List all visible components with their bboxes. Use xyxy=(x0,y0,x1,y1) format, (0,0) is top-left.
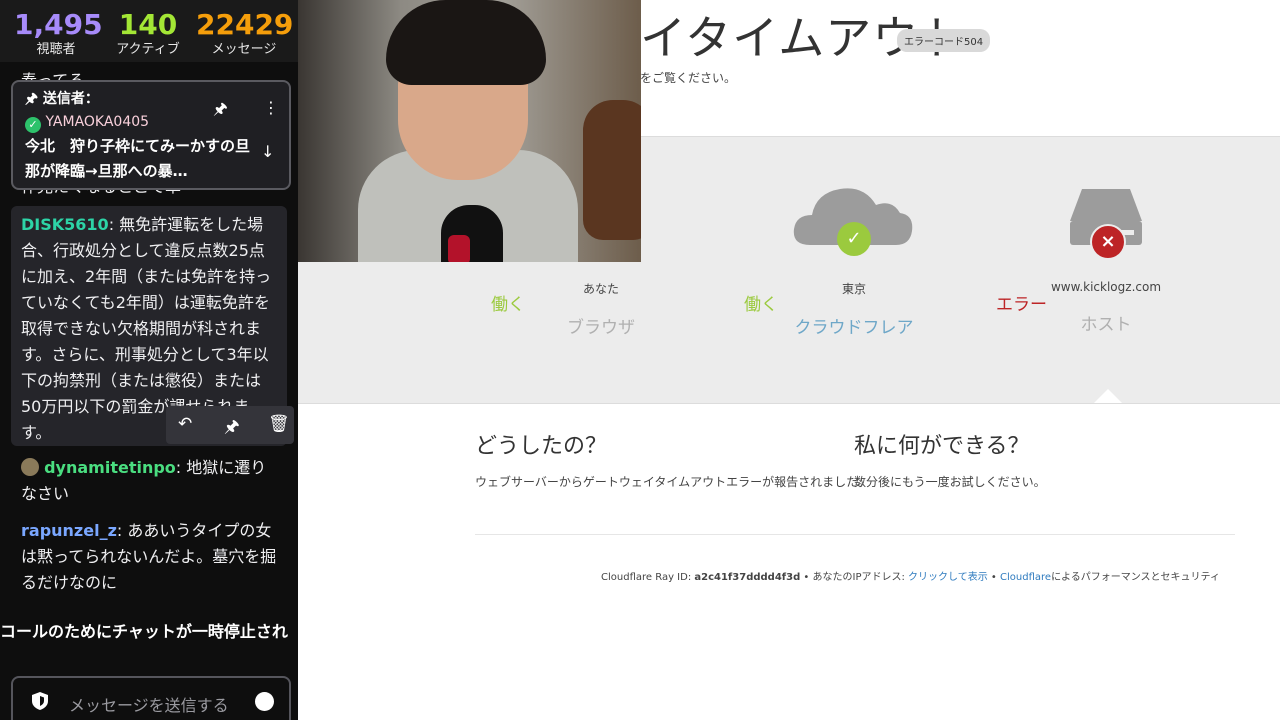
pinned-message[interactable]: 🖈︎ 送信者： ✓ YAMAOKA0405 今北 狩り子枠にてみーかすの旦那が降… xyxy=(11,80,291,190)
pin-icon: 🖈︎ xyxy=(25,91,38,107)
verified-badge-icon: ✓ xyxy=(25,117,41,133)
pinned-text: 今北 狩り子枠にてみーかすの旦那が降臨→旦那への暴… xyxy=(25,137,251,180)
what-happened-heading: どうしたの？ xyxy=(475,434,608,459)
pin-icon[interactable]: 🖈︎ xyxy=(213,98,228,125)
node-status: エラー xyxy=(996,295,1047,315)
ok-check-icon: ✓ xyxy=(837,222,871,256)
chat-input-placeholder: メッセージを送信する xyxy=(69,696,229,715)
viewer-count: 1,495 視聴者 xyxy=(14,8,103,58)
pointer-arrow xyxy=(1094,389,1122,403)
chat-paused-notice: コールのためにチャットが一時停止され xyxy=(0,618,298,642)
what-happened-text: ウェブサーバーからゲートウェイタイムアウトエラーが報告されました。 xyxy=(475,475,871,489)
avatar-icon xyxy=(21,458,39,476)
message-actions: ↶ 🖈︎ 🗑︎ xyxy=(166,406,294,444)
pinned-header-label: 送信者： xyxy=(42,91,99,107)
node-status: 働く xyxy=(744,295,778,315)
error-subtitle: をご覧ください。 xyxy=(640,71,737,85)
viewer-count-value: 1,495 xyxy=(14,8,103,41)
chat-username[interactable]: dynamitetinpo xyxy=(44,458,176,477)
ray-id: a2c41f37dddd4f3d xyxy=(694,572,801,583)
chat-separator: : xyxy=(116,521,128,540)
pin-icon[interactable]: 🖈︎ xyxy=(224,414,240,443)
microphone-accent xyxy=(448,235,470,262)
active-count: 140 アクティブ xyxy=(108,8,188,58)
chat-message: dynamitetinpo: 地獄に遷りなさい xyxy=(21,455,279,507)
chat-username[interactable]: DISK5610 xyxy=(21,215,109,234)
chat-input[interactable]: メッセージを送信する xyxy=(11,676,291,720)
active-count-value: 140 xyxy=(118,8,178,41)
footer-separator: • xyxy=(987,572,1001,583)
node-type: クラウドフレア xyxy=(794,318,914,338)
expand-down-icon[interactable]: ↓ xyxy=(261,142,274,161)
chat-separator: : xyxy=(175,458,187,477)
stream-stats: 1,495 視聴者 140 アクティブ 22429 メッセージ xyxy=(0,0,298,62)
chat-username[interactable]: rapunzel_z xyxy=(21,521,117,540)
more-options-icon[interactable]: ⋮ xyxy=(263,98,279,117)
ray-label: Cloudflare Ray ID: xyxy=(601,572,695,583)
error-x-icon: × xyxy=(1090,224,1126,260)
node-cloudflare: 東京 クラウドフレア 働く xyxy=(744,280,964,338)
message-count-label: メッセージ xyxy=(211,42,277,57)
node-host: www.kicklogz.com ホスト エラー xyxy=(996,280,1216,335)
pinned-header: 🖈︎ 送信者： xyxy=(25,88,99,112)
webcam-video xyxy=(298,0,641,262)
node-browser: あなた ブラウザ 働く xyxy=(491,280,711,338)
error-code-badge: エラーコード504 xyxy=(897,29,991,52)
viewer-count-label: 視聴者 xyxy=(36,42,76,57)
active-count-label: アクティブ xyxy=(116,42,180,57)
reply-icon[interactable]: ↶ xyxy=(178,414,192,434)
message-count-value: 22429 xyxy=(196,8,294,41)
delete-icon[interactable]: 🗑︎ xyxy=(268,414,290,434)
cloudflare-footer: Cloudflare Ray ID: a2c41f37dddd4f3d • あな… xyxy=(601,568,1220,583)
reveal-ip-link[interactable]: クリックして表示 xyxy=(908,572,988,583)
cloudflare-link[interactable]: Cloudflare xyxy=(1000,572,1051,583)
emoji-icon[interactable] xyxy=(255,692,274,711)
node-status: 働く xyxy=(491,295,525,315)
what-can-i-do-text: 数分後にもう一度お試しください。 xyxy=(854,475,1046,489)
chat-separator: : xyxy=(108,215,120,234)
guitar xyxy=(583,100,641,240)
divider xyxy=(475,534,1235,535)
ip-label: • あなたのIPアドレス: xyxy=(800,572,909,583)
performance-text: によるパフォーマンスとセキュリティ xyxy=(1051,572,1220,583)
chat-panel: 奏ってる 作見たくなるとこて草 🖈︎ 送信者： ✓ YAMAOKA0405 今北… xyxy=(0,62,298,720)
streamer-hair xyxy=(386,0,546,85)
chat-message: rapunzel_z: ああいうタイプの女は黙ってられないんだよ。墓穴を掘るだけ… xyxy=(21,518,279,596)
shield-icon[interactable] xyxy=(31,691,49,711)
what-can-i-do-heading: 私に何ができる？ xyxy=(854,434,1030,459)
message-count: 22429 メッセージ xyxy=(196,8,294,58)
pinned-username: YAMAOKA0405 xyxy=(45,114,150,130)
node-type: ブラウザ xyxy=(567,318,635,338)
pinned-user[interactable]: ✓ YAMAOKA0405 xyxy=(25,114,149,133)
